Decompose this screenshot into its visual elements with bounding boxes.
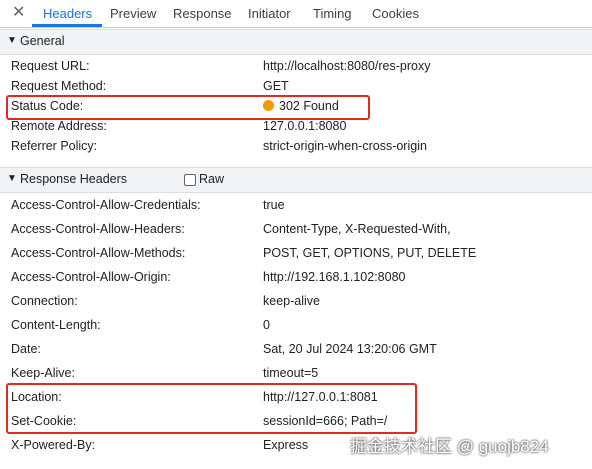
header-value: GET <box>263 79 289 93</box>
header-key: X-Powered-By: <box>11 438 96 452</box>
header-key: Content-Length: <box>11 318 101 332</box>
response-row-keep-alive: Keep-Alive: timeout=5 <box>0 364 592 384</box>
header-key: Remote Address: <box>11 119 107 133</box>
raw-label: Raw <box>199 172 225 186</box>
tab-response[interactable]: Response <box>173 6 232 21</box>
tab-headers[interactable]: Headers <box>43 6 92 21</box>
header-value: http://localhost:8080/res-proxy <box>263 59 431 73</box>
header-value: true <box>263 198 285 212</box>
general-row-remote-address: Remote Address: 127.0.0.1:8080 <box>0 117 592 137</box>
header-value: 0 <box>263 318 270 332</box>
response-row-allow-credentials: Access-Control-Allow-Credentials: true <box>0 196 592 216</box>
collapse-triangle-icon[interactable]: ▼ <box>7 173 17 184</box>
tab-cookies[interactable]: Cookies <box>372 6 419 21</box>
header-value: keep-alive <box>263 294 320 308</box>
header-value: strict-origin-when-cross-origin <box>263 139 427 153</box>
header-key: Request URL: <box>11 59 90 73</box>
collapse-triangle-icon[interactable]: ▼ <box>7 35 17 46</box>
general-row-referrer-policy: Referrer Policy: strict-origin-when-cros… <box>0 137 592 157</box>
header-key: Request Method: <box>11 79 107 93</box>
response-row-allow-headers: Access-Control-Allow-Headers: Content-Ty… <box>0 220 592 240</box>
header-value: timeout=5 <box>263 366 319 380</box>
header-key: Access-Control-Allow-Credentials: <box>11 198 201 212</box>
response-headers-section-title: Response Headers <box>20 172 128 186</box>
header-key: Keep-Alive: <box>11 366 75 380</box>
devtools-tab-bar: ✕ Headers Preview Response Initiator Tim… <box>0 0 592 28</box>
watermark: 掘金技术社区 @ guojb824 <box>350 437 549 456</box>
response-headers-section-header[interactable]: ▼ Response Headers Raw <box>0 167 592 193</box>
header-value: Sat, 20 Jul 2024 13:20:06 GMT <box>263 342 437 356</box>
response-row-date: Date: Sat, 20 Jul 2024 13:20:06 GMT <box>0 340 592 360</box>
status-code-highlight-box <box>6 95 370 120</box>
response-row-content-length: Content-Length: 0 <box>0 316 592 336</box>
header-value: 127.0.0.1:8080 <box>263 119 347 133</box>
header-key: Access-Control-Allow-Origin: <box>11 270 171 284</box>
general-row-request-url: Request URL: http://localhost:8080/res-p… <box>0 57 592 77</box>
header-key: Access-Control-Allow-Headers: <box>11 222 185 236</box>
header-key: Referrer Policy: <box>11 139 98 153</box>
raw-checkbox[interactable] <box>184 174 196 186</box>
header-value: POST, GET, OPTIONS, PUT, DELETE <box>263 246 477 260</box>
tab-timing[interactable]: Timing <box>313 6 352 21</box>
header-key: Access-Control-Allow-Methods: <box>11 246 186 260</box>
header-key: Date: <box>11 342 41 356</box>
location-cookie-highlight-box <box>6 383 417 434</box>
general-section-title: General <box>20 34 65 48</box>
response-row-allow-origin: Access-Control-Allow-Origin: http://192.… <box>0 268 592 288</box>
general-row-request-method: Request Method: GET <box>0 77 592 97</box>
response-row-connection: Connection: keep-alive <box>0 292 592 312</box>
general-section-header[interactable]: ▼ General <box>0 29 592 55</box>
header-key: Connection: <box>11 294 78 308</box>
header-value: http://192.168.1.102:8080 <box>263 270 406 284</box>
tab-initiator[interactable]: Initiator <box>248 6 291 21</box>
response-row-allow-methods: Access-Control-Allow-Methods: POST, GET,… <box>0 244 592 264</box>
close-icon[interactable]: ✕ <box>12 4 25 22</box>
header-value: Express <box>263 438 309 452</box>
tab-preview[interactable]: Preview <box>110 6 156 21</box>
active-tab-indicator <box>32 24 102 27</box>
header-value: Content-Type, X-Requested-With, <box>263 222 451 236</box>
